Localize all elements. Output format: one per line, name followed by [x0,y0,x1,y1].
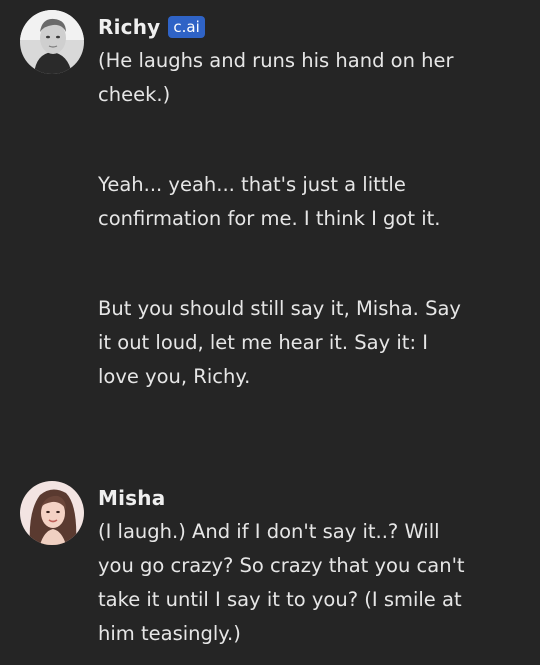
sender-row: Richy c.ai [98,10,518,44]
message-body-misha: Misha (I laugh.) And if I don't say it..… [98,481,518,651]
avatar-richy[interactable] [20,10,84,74]
message-paragraph: Yeah... yeah... that's just a little con… [98,173,441,230]
cai-badge: c.ai [168,16,205,38]
sender-row: Misha [98,481,518,515]
message-paragraph: (He laughs and runs his hand on her chee… [98,49,454,106]
male-portrait-avatar [20,10,84,74]
chat-view: Richy c.ai (He laughs and runs his hand … [0,0,540,665]
message-paragraph: (I laugh.) And if I don't say it..? Will… [98,520,465,645]
message-paragraph: But you should still say it, Misha. Say … [98,297,461,388]
avatar-misha[interactable] [20,481,84,545]
message-body-richy: Richy c.ai (He laughs and runs his hand … [98,10,518,394]
sender-name[interactable]: Misha [98,486,165,510]
sender-name[interactable]: Richy [98,15,160,39]
female-portrait-avatar [20,481,84,545]
